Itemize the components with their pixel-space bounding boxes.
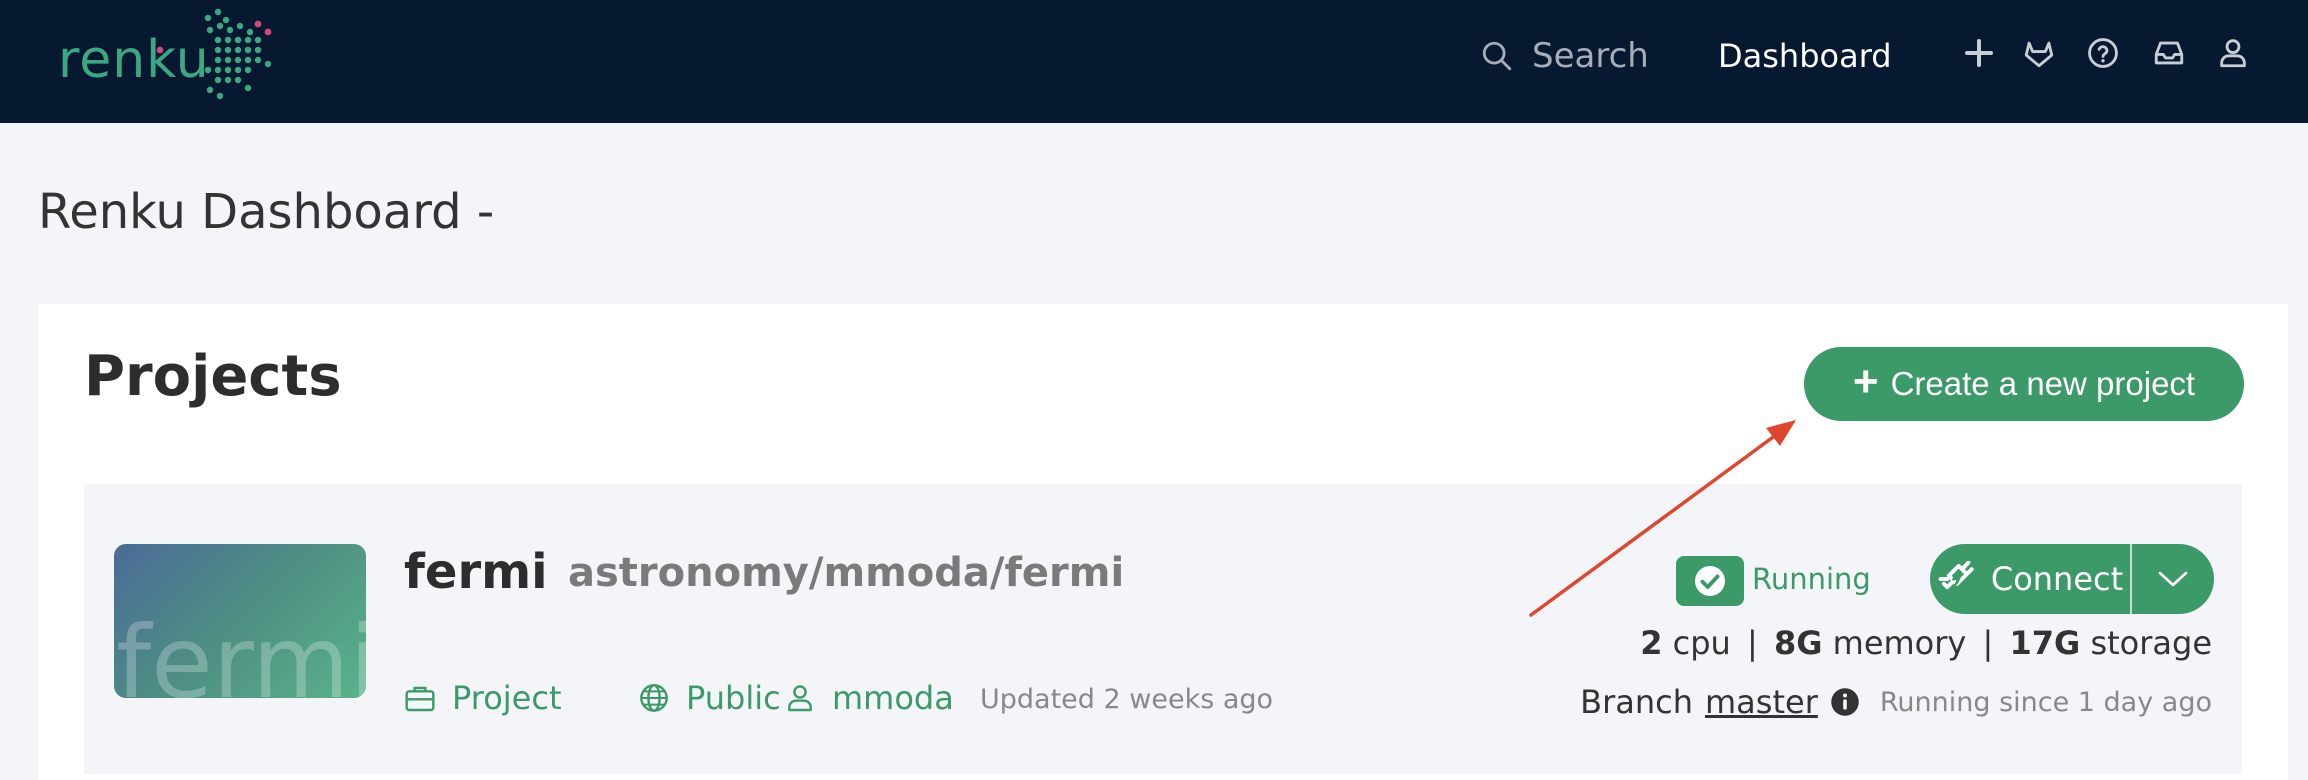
search-icon <box>1482 41 1512 71</box>
resource-divider: | <box>1982 624 1994 662</box>
page-title: Renku Dashboard - <box>38 184 495 240</box>
nav-dashboard-link[interactable]: Dashboard <box>1718 32 1892 80</box>
plug-icon <box>1938 561 1974 590</box>
memory-unit: memory <box>1832 624 1967 662</box>
connect-label: Connect <box>1990 560 2124 598</box>
renku-logo[interactable]: renku <box>58 4 318 104</box>
chevron-down-icon <box>2158 571 2188 587</box>
plus-icon: + <box>1852 357 1879 406</box>
session-status: Running <box>1752 562 1871 596</box>
search-label: Search <box>1532 36 1649 76</box>
memory-value: 8G <box>1773 624 1823 662</box>
status-check-icon <box>1676 556 1744 606</box>
briefcase-icon <box>405 686 435 712</box>
inbox-icon[interactable] <box>2146 30 2192 76</box>
user-icon[interactable] <box>2210 30 2256 76</box>
frog-logo-icon <box>156 8 272 100</box>
connect-dropdown-toggle[interactable] <box>2130 544 2214 614</box>
project-owner-label: mmoda <box>832 679 954 717</box>
session-resources: 2 cpu | 8G memory | 17G storage <box>1640 624 2212 662</box>
nav-search[interactable]: Search <box>1480 32 1649 80</box>
project-path: astronomy/mmoda/fermi <box>568 550 1125 596</box>
project-type-label: Project <box>452 679 562 717</box>
thumbnail-text: fermi <box>116 604 366 698</box>
project-row[interactable]: fermi fermi astronomy/mmoda/fermi Projec… <box>84 484 2242 774</box>
project-name[interactable]: fermi <box>404 544 548 600</box>
branch-link[interactable]: master <box>1705 683 1818 721</box>
resource-divider: | <box>1746 624 1758 662</box>
cpu-unit: cpu <box>1672 624 1731 662</box>
gitlab-icon[interactable] <box>2016 30 2062 76</box>
project-visibility: Public <box>638 676 781 720</box>
branch-label: Branch <box>1580 683 1693 721</box>
create-project-button[interactable]: + Create a new project <box>1804 347 2244 421</box>
create-project-label: Create a new project <box>1890 365 2196 402</box>
projects-card: Projects + Create a new project fermi fe… <box>38 304 2288 780</box>
projects-heading: Projects <box>84 344 342 409</box>
plus-icon[interactable] <box>1956 30 2002 76</box>
info-icon[interactable] <box>1830 687 1860 717</box>
connect-button-group: Connect <box>1930 544 2214 614</box>
project-updated: Updated 2 weeks ago <box>980 684 1274 715</box>
running-since: Running since 1 day ago <box>1879 686 2212 718</box>
storage-value: 17G <box>2009 624 2081 662</box>
project-visibility-label: Public <box>686 679 781 717</box>
branch-line: Branch master Running since 1 day ago <box>1580 680 2212 724</box>
top-navbar: renku Search Dashboard <box>0 0 2308 123</box>
cpu-value: 2 <box>1640 624 1663 662</box>
connect-button[interactable]: Connect <box>1930 544 2130 614</box>
globe-icon <box>640 684 668 712</box>
project-owner[interactable]: mmoda <box>784 676 954 720</box>
project-thumbnail[interactable]: fermi <box>114 544 366 698</box>
person-icon <box>788 685 812 712</box>
project-type: Project <box>404 676 561 720</box>
storage-unit: storage <box>2090 624 2212 662</box>
help-icon[interactable] <box>2080 30 2126 76</box>
